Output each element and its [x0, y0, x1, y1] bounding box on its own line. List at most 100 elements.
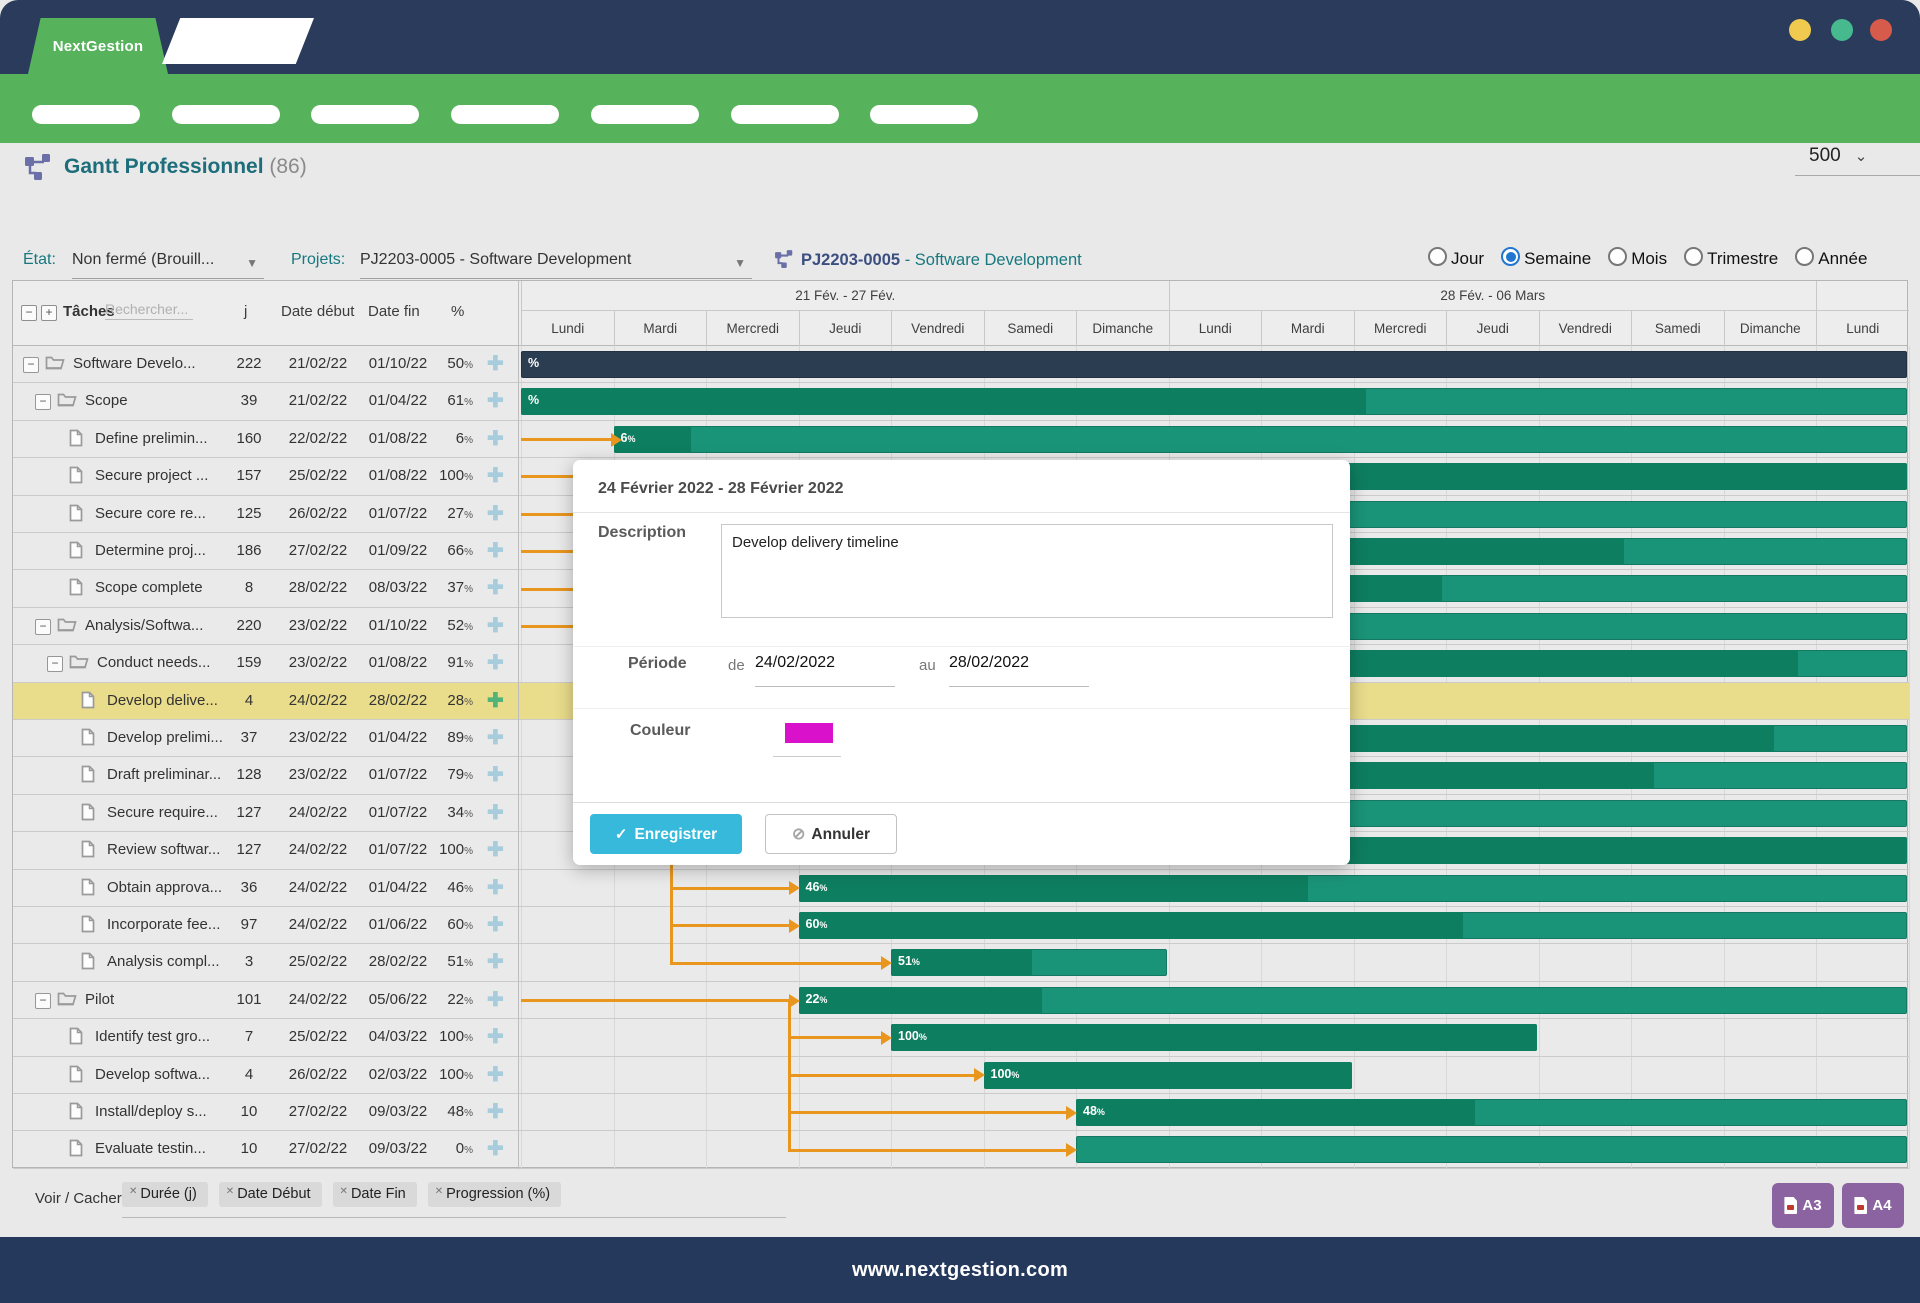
add-subtask-button[interactable]: ✚: [487, 762, 504, 787]
add-subtask-button[interactable]: ✚: [487, 575, 504, 600]
etat-select[interactable]: Non fermé (Brouill... ▼: [72, 251, 264, 279]
add-subtask-button[interactable]: ✚: [487, 463, 504, 488]
footer-url[interactable]: www.nextgestion.com: [852, 1259, 1068, 1282]
add-subtask-button[interactable]: ✚: [487, 688, 504, 713]
collapse-row-button[interactable]: −: [35, 619, 51, 635]
add-subtask-button[interactable]: ✚: [487, 650, 504, 675]
gantt-bar[interactable]: 51%: [891, 949, 1167, 976]
add-subtask-button[interactable]: ✚: [487, 538, 504, 563]
date-de-input[interactable]: 24/02/2022: [755, 654, 895, 687]
date-au-input[interactable]: 28/02/2022: [949, 654, 1089, 687]
task-group-row[interactable]: −Scope3921/02/2201/04/2261%✚%: [13, 383, 1909, 420]
view-mode-mois[interactable]: Mois: [1608, 247, 1667, 269]
export-a4-button[interactable]: A4: [1842, 1183, 1904, 1228]
task-start-date: 21/02/22: [278, 392, 358, 409]
remove-chip-icon[interactable]: ✕: [340, 1186, 348, 1197]
nav-item-placeholder[interactable]: [172, 105, 280, 124]
add-subtask-button[interactable]: ✚: [487, 501, 504, 526]
task-row[interactable]: Incorporate fee...9724/02/2201/06/2260%✚…: [13, 907, 1909, 944]
day-column-header: Lundi: [521, 311, 614, 346]
radio-label: Trimestre: [1707, 249, 1778, 268]
de-label: de: [728, 657, 745, 674]
task-row[interactable]: Identify test gro...725/02/2204/03/22100…: [13, 1019, 1909, 1056]
projets-select[interactable]: PJ2203-0005 - Software Development ▼: [360, 251, 752, 279]
view-mode-semaine[interactable]: Semaine: [1501, 247, 1591, 269]
add-subtask-button[interactable]: ✚: [487, 912, 504, 937]
add-subtask-button[interactable]: ✚: [487, 388, 504, 413]
export-a3-button[interactable]: A3: [1772, 1183, 1834, 1228]
save-button[interactable]: ✓Enregistrer: [590, 814, 742, 854]
add-subtask-button[interactable]: ✚: [487, 949, 504, 974]
add-subtask-button[interactable]: ✚: [487, 800, 504, 825]
task-row[interactable]: Define prelimin...16022/02/2201/08/226%✚…: [13, 421, 1909, 458]
nav-item-placeholder[interactable]: [591, 105, 699, 124]
column-chip[interactable]: ✕Durée (j): [122, 1182, 208, 1207]
au-label: au: [919, 657, 936, 674]
window-dot-green[interactable]: [1831, 19, 1853, 41]
add-subtask-button[interactable]: ✚: [487, 987, 504, 1012]
view-mode-année[interactable]: Année: [1795, 247, 1867, 269]
gantt-bar[interactable]: 46%: [799, 875, 1907, 902]
nav-item-placeholder[interactable]: [32, 105, 140, 124]
main-nav: [0, 74, 1920, 143]
remove-chip-icon[interactable]: ✕: [226, 1186, 234, 1197]
add-subtask-button[interactable]: ✚: [487, 426, 504, 451]
gantt-bar[interactable]: 60%: [799, 912, 1907, 939]
window-dot-yellow[interactable]: [1789, 19, 1811, 41]
nav-item-placeholder[interactable]: [870, 105, 978, 124]
cancel-button[interactable]: ⊘Annuler: [765, 814, 897, 854]
search-input[interactable]: [105, 299, 193, 320]
gantt-bar[interactable]: 100%: [891, 1024, 1537, 1051]
add-subtask-button[interactable]: ✚: [487, 351, 504, 376]
page-size-select[interactable]: 500⌄: [1795, 145, 1920, 176]
expand-all-button[interactable]: +: [41, 305, 57, 321]
brand-tab[interactable]: NextGestion: [28, 18, 168, 74]
radio-icon: [1608, 247, 1627, 266]
blank-tab[interactable]: [162, 18, 314, 64]
column-chip[interactable]: ✕Progression (%): [428, 1182, 561, 1207]
gantt-bar[interactable]: %: [521, 388, 1907, 415]
color-swatch[interactable]: [785, 723, 833, 743]
add-subtask-button[interactable]: ✚: [487, 1024, 504, 1049]
column-chip[interactable]: ✕Date Fin: [333, 1182, 417, 1207]
add-subtask-button[interactable]: ✚: [487, 837, 504, 862]
window-dot-red[interactable]: [1870, 19, 1892, 41]
remove-chip-icon[interactable]: ✕: [435, 1186, 443, 1197]
gantt-bar[interactable]: %: [521, 351, 1907, 378]
add-subtask-button[interactable]: ✚: [487, 725, 504, 750]
column-chip[interactable]: ✕Date Début: [219, 1182, 322, 1207]
day-column-header: Samedi: [1631, 311, 1724, 346]
description-textarea[interactable]: [721, 524, 1333, 618]
task-progress: 100%: [427, 1066, 473, 1083]
file-icon: [69, 466, 83, 489]
add-subtask-button[interactable]: ✚: [487, 875, 504, 900]
gantt-bar[interactable]: 22%: [799, 987, 1907, 1014]
task-group-row[interactable]: −Software Develo...22221/02/2201/10/2250…: [13, 346, 1909, 383]
add-subtask-button[interactable]: ✚: [487, 1136, 504, 1161]
add-subtask-button[interactable]: ✚: [487, 613, 504, 638]
task-group-row[interactable]: −Pilot10124/02/2205/06/2222%✚22%: [13, 982, 1909, 1019]
task-duration: 128: [229, 766, 269, 783]
gantt-bar[interactable]: 6%: [614, 426, 1907, 453]
nav-item-placeholder[interactable]: [311, 105, 419, 124]
gantt-bar[interactable]: 100%: [984, 1062, 1352, 1089]
add-subtask-button[interactable]: ✚: [487, 1062, 504, 1087]
nav-item-placeholder[interactable]: [731, 105, 839, 124]
collapse-row-button[interactable]: −: [47, 656, 63, 672]
collapse-row-button[interactable]: −: [35, 993, 51, 1009]
gantt-bar[interactable]: [1076, 1136, 1907, 1163]
task-row[interactable]: Analysis compl...325/02/2228/02/2251%✚51…: [13, 944, 1909, 981]
nav-item-placeholder[interactable]: [451, 105, 559, 124]
task-row[interactable]: Obtain approva...3624/02/2201/04/2246%✚4…: [13, 870, 1909, 907]
remove-chip-icon[interactable]: ✕: [129, 1186, 137, 1197]
task-name: Analysis/Softwa...: [85, 617, 203, 634]
task-duration: 7: [229, 1028, 269, 1045]
collapse-all-button[interactable]: −: [21, 305, 37, 321]
add-subtask-button[interactable]: ✚: [487, 1099, 504, 1124]
view-mode-radios: Jour Semaine Mois Trimestre Année: [1428, 247, 1867, 269]
view-mode-jour[interactable]: Jour: [1428, 247, 1484, 269]
collapse-row-button[interactable]: −: [23, 357, 39, 373]
gantt-bar[interactable]: 48%: [1076, 1099, 1907, 1126]
collapse-row-button[interactable]: −: [35, 394, 51, 410]
view-mode-trimestre[interactable]: Trimestre: [1684, 247, 1778, 269]
